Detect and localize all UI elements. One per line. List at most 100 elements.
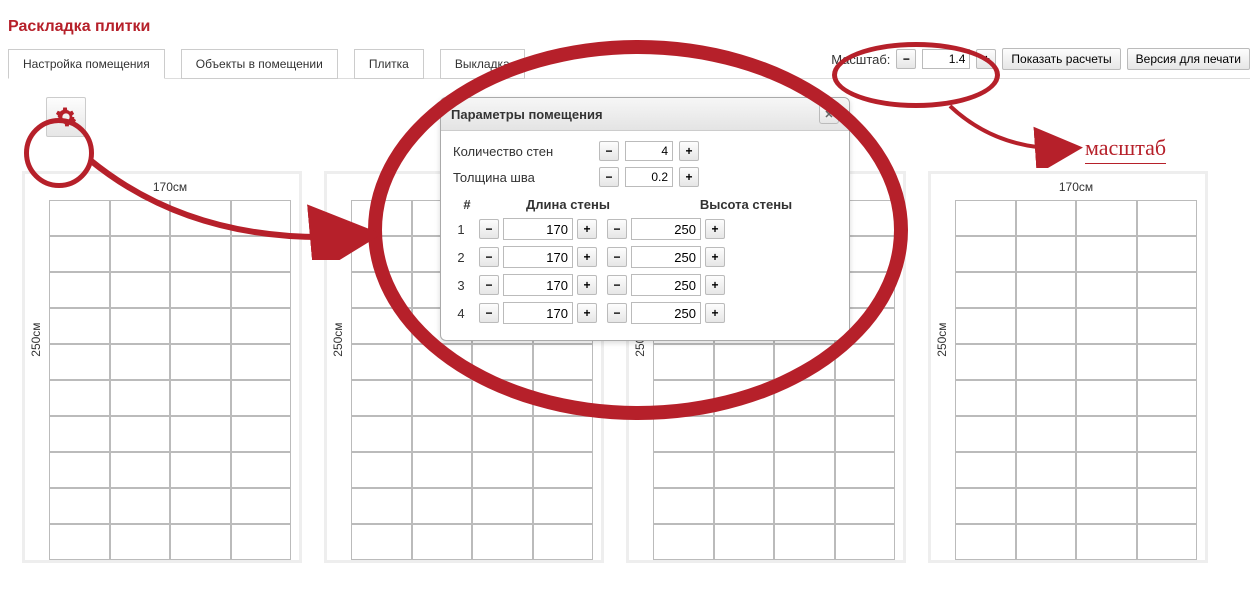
tile-cell (533, 524, 594, 560)
annotation-text: масштаб (1085, 135, 1166, 164)
tile-cell (170, 308, 231, 344)
tile-cell (774, 344, 835, 380)
tile-cell (1076, 380, 1137, 416)
show-calculations-button[interactable]: Показать расчеты (1002, 48, 1120, 70)
tile-cell (835, 380, 896, 416)
wall-count-minus-button[interactable]: − (599, 141, 619, 161)
tile-cell (231, 488, 292, 524)
tile-cell (351, 488, 412, 524)
scale-plus-button[interactable]: + (976, 49, 996, 69)
height-stepper: − + (607, 274, 725, 296)
wall-width-label: 170см (955, 180, 1197, 194)
h-plus-button[interactable]: + (705, 247, 725, 267)
scale-minus-button[interactable]: − (896, 49, 916, 69)
table-header: # Длина стены Высота стены (453, 193, 837, 218)
tile-cell (1076, 236, 1137, 272)
tile-cell (49, 272, 110, 308)
tile-cell (412, 524, 473, 560)
h-input[interactable] (631, 246, 701, 268)
col-height: Высота стены (655, 197, 837, 212)
print-version-button[interactable]: Версия для печати (1127, 48, 1250, 70)
tile-cell (351, 416, 412, 452)
room-params-panel: Параметры помещения ✕ Количество стен − … (440, 97, 850, 341)
settings-button[interactable] (46, 97, 86, 137)
tab-room-objects[interactable]: Объекты в помещении (181, 49, 338, 79)
tab-label: Объекты в помещении (196, 57, 323, 71)
len-minus-button[interactable]: − (479, 303, 499, 323)
tile-cell (110, 272, 171, 308)
tile-cell (1016, 344, 1077, 380)
h-minus-button[interactable]: − (607, 275, 627, 295)
h-minus-button[interactable]: − (607, 303, 627, 323)
h-input[interactable] (631, 274, 701, 296)
tab-tile[interactable]: Плитка (354, 49, 424, 79)
tile-cell (351, 452, 412, 488)
len-input[interactable] (503, 218, 573, 240)
h-plus-button[interactable]: + (705, 219, 725, 239)
tile-cell (955, 488, 1016, 524)
tile-cell (412, 488, 473, 524)
tile-cell (1076, 272, 1137, 308)
toolbar-right: Масштаб: − + Показать расчеты Версия для… (831, 48, 1250, 74)
wall-panel: 170см 250см (928, 171, 1208, 563)
tile-cell (170, 380, 231, 416)
tile-cell (49, 308, 110, 344)
seam-row: Толщина шва − + (453, 167, 837, 187)
tile-cell (774, 416, 835, 452)
tile-cell (1016, 272, 1077, 308)
height-stepper: − + (607, 302, 725, 324)
table-row: 4 − + − + (453, 302, 837, 324)
tile-cell (835, 524, 896, 560)
panel-header[interactable]: Параметры помещения ✕ (441, 98, 849, 131)
scale-label: Масштаб: (831, 52, 890, 67)
tile-cell (653, 524, 714, 560)
h-input[interactable] (631, 302, 701, 324)
h-minus-button[interactable]: − (607, 247, 627, 267)
tile-cell (1016, 380, 1077, 416)
tile-cell (412, 416, 473, 452)
wall-count-label: Количество стен (453, 144, 593, 159)
len-minus-button[interactable]: − (479, 219, 499, 239)
len-plus-button[interactable]: + (577, 247, 597, 267)
wall-count-plus-button[interactable]: + (679, 141, 699, 161)
row-index: 1 (453, 222, 469, 237)
len-plus-button[interactable]: + (577, 275, 597, 295)
len-minus-button[interactable]: − (479, 275, 499, 295)
tile-cell (472, 416, 533, 452)
seam-minus-button[interactable]: − (599, 167, 619, 187)
panel-close-button[interactable]: ✕ (819, 104, 839, 124)
h-plus-button[interactable]: + (705, 275, 725, 295)
tile-cell (231, 344, 292, 380)
tab-layout[interactable]: Выкладка (440, 49, 525, 79)
plus-icon: + (711, 278, 718, 292)
h-minus-button[interactable]: − (607, 219, 627, 239)
tile-cell (110, 416, 171, 452)
tile-cell (1016, 236, 1077, 272)
tile-cell (1137, 344, 1198, 380)
length-stepper: − + (479, 274, 597, 296)
seam-input[interactable] (625, 167, 673, 187)
row-index: 3 (453, 278, 469, 293)
gear-icon (55, 106, 77, 128)
wall-count-input[interactable] (625, 141, 673, 161)
seam-plus-button[interactable]: + (679, 167, 699, 187)
len-plus-button[interactable]: + (577, 303, 597, 323)
tab-room-settings[interactable]: Настройка помещения (8, 49, 165, 79)
wall-height-label: 250см (29, 322, 43, 356)
seam-label: Толщина шва (453, 170, 593, 185)
tile-cell (1137, 452, 1198, 488)
len-input[interactable] (503, 274, 573, 296)
len-input[interactable] (503, 246, 573, 268)
tile-cell (49, 524, 110, 560)
h-plus-button[interactable]: + (705, 303, 725, 323)
len-input[interactable] (503, 302, 573, 324)
tile-cell (955, 416, 1016, 452)
plus-icon: + (711, 222, 718, 236)
tile-cell (110, 308, 171, 344)
scale-input[interactable] (922, 49, 970, 69)
len-plus-button[interactable]: + (577, 219, 597, 239)
minus-icon: − (903, 52, 910, 66)
tile-cell (231, 452, 292, 488)
len-minus-button[interactable]: − (479, 247, 499, 267)
h-input[interactable] (631, 218, 701, 240)
